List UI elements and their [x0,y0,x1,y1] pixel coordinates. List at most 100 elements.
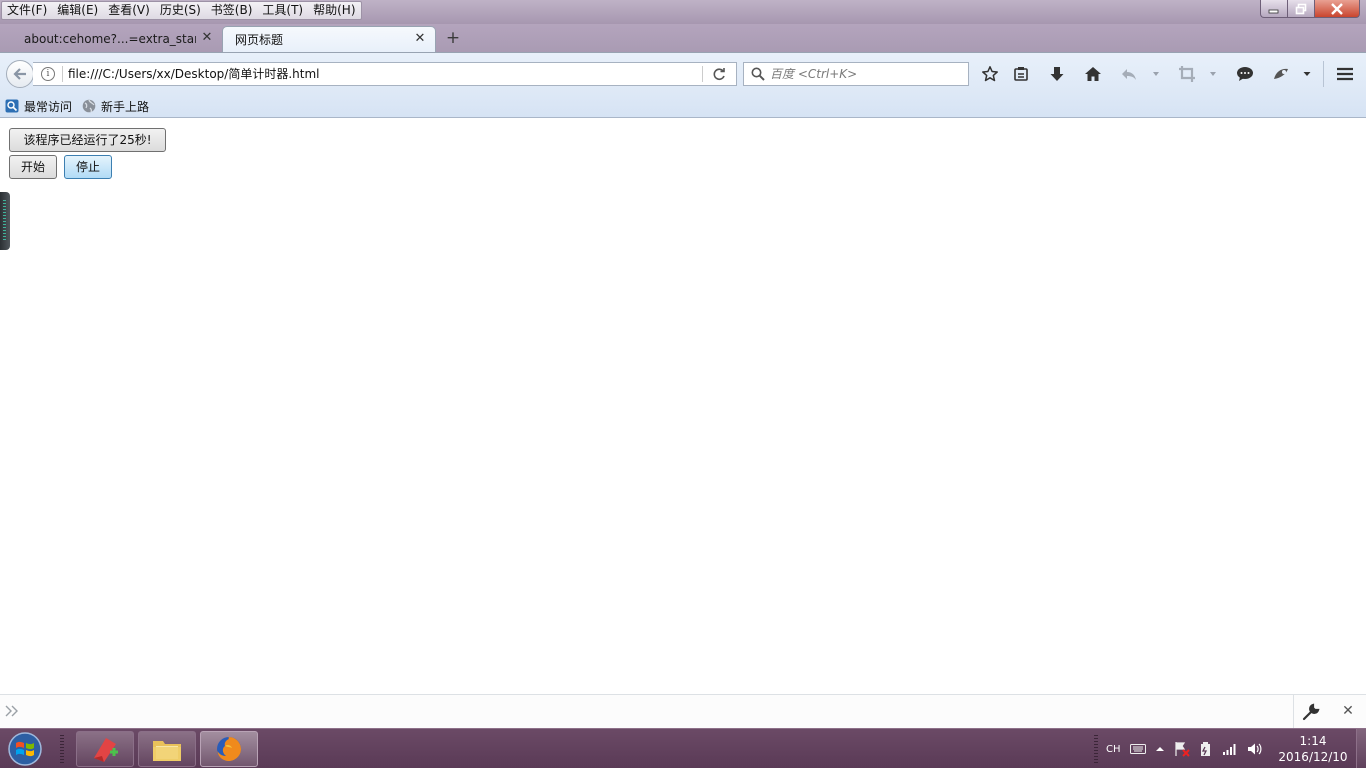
bookmark-most-visited[interactable]: 最常访问 [5,97,72,115]
taskbar-grip [60,735,64,763]
plus-icon: + [445,28,461,48]
power-icon[interactable] [1199,741,1213,757]
restore-button[interactable] [1287,0,1314,18]
chevron-down-icon[interactable] [1302,69,1312,79]
extension-icon [1274,68,1288,79]
back-button[interactable] [6,60,34,88]
tab-label: 网页标题 [235,33,284,47]
menu-tools[interactable]: 工具(T) [257,2,308,19]
firefox-icon [217,737,241,761]
url-separator [62,66,63,82]
elapsed-time-display[interactable]: 该程序已经运行了25秒! [9,128,166,152]
tab-label: about:cehome?...=extra_start [24,32,196,46]
menu-edit[interactable]: 编辑(E) [52,2,103,19]
taskbar-app-paint[interactable] [76,731,134,767]
info-icon[interactable]: i [41,67,55,81]
back-arrow-icon [13,68,26,80]
windows-logo-icon [8,732,42,766]
most-visited-icon [5,99,19,113]
tray-grip [1094,735,1098,763]
url-text[interactable]: file:///C:/Users/xx/Desktop/简单计时器.html [68,66,320,82]
action-center-flag-icon[interactable] [1174,741,1190,757]
bookmark-label: 新手上路 [101,99,150,114]
tab-strip: about:cehome?...=extra_start ✕ 网页标题 ✕ + [0,24,1366,52]
close-window-button[interactable] [1314,0,1360,18]
url-bar[interactable]: i file:///C:/Users/xx/Desktop/简单计时器.html [33,62,737,86]
bookmark-getting-started[interactable]: 新手上路 [82,97,149,115]
ime-indicator[interactable]: CH [1106,744,1121,755]
menu-help[interactable]: 帮助(H) [308,2,360,19]
double-chevron-right-icon [5,705,18,717]
speech-bubble-icon [1237,67,1253,81]
clock-date: 2016/12/10 [1278,750,1348,764]
stop-button[interactable]: 停止 [64,155,112,179]
screenshot-button[interactable] [1177,64,1197,84]
taskbar-app-explorer[interactable] [138,731,196,767]
menu-file[interactable]: 文件(F) [2,2,52,19]
clipboard-icon [1014,67,1028,81]
home-button[interactable] [1083,64,1103,84]
chat-button[interactable] [1235,64,1255,84]
search-bar[interactable] [743,62,969,86]
downloads-button[interactable] [1047,64,1067,84]
reload-separator [702,66,703,82]
tab-close-icon[interactable]: ✕ [413,32,427,46]
restore-icon [1295,3,1307,14]
star-icon [982,66,998,82]
clock-time: 1:14 [1299,734,1327,748]
show-desktop-button[interactable] [1356,729,1366,768]
start-button[interactable]: 开始 [9,155,57,179]
taskbar: CH 1:14 2016/12/10 [0,728,1366,768]
title-bar: 文件(F) 编辑(E) 查看(V) 历史(S) 书签(B) 工具(T) 帮助(H… [0,0,1366,24]
search-icon [751,67,765,81]
developer-toolbar: ✕ [0,694,1366,728]
tab-active-page[interactable]: 网页标题 ✕ [222,26,436,52]
navigation-bar: i file:///C:/Users/xx/Desktop/简单计时器.html [0,52,1366,94]
system-tray: CH [1106,729,1272,768]
wrench-icon[interactable] [1302,703,1320,721]
search-input[interactable] [770,65,960,83]
extension-button[interactable] [1271,64,1291,84]
network-signal-icon[interactable] [1222,742,1238,756]
reload-icon[interactable] [711,66,727,82]
close-icon [1331,2,1343,15]
menu-bookmarks[interactable]: 书签(B) [206,2,258,19]
download-arrow-icon [1050,67,1064,81]
bookmarks-toolbar: 最常访问 新手上路 [0,94,1366,118]
undo-arrow-icon [1122,69,1136,80]
minimize-button[interactable] [1260,0,1287,18]
bookmark-star-button[interactable] [980,64,1000,84]
menu-bar: 文件(F) 编辑(E) 查看(V) 历史(S) 书签(B) 工具(T) 帮助(H… [1,1,362,20]
chevron-down-icon[interactable] [1151,69,1161,79]
globe-icon [82,99,96,113]
tab-about-cehome[interactable]: about:cehome?...=extra_start ✕ [0,26,222,52]
start-button[interactable] [4,731,46,767]
page-content: 该程序已经运行了25秒! 开始 停止 [0,118,1366,694]
crop-icon [1179,66,1195,82]
new-tab-button[interactable]: + [444,30,462,48]
taskbar-app-firefox[interactable] [200,731,258,767]
bookmarks-menu-button[interactable] [1011,64,1031,84]
hamburger-menu-icon [1337,67,1353,81]
folder-icon [153,741,181,761]
system-clock[interactable]: 1:14 2016/12/10 [1276,733,1350,765]
menu-history[interactable]: 历史(S) [155,2,206,19]
open-menu-button[interactable] [1335,64,1355,84]
home-icon [1085,67,1101,81]
bookmark-label: 最常访问 [24,99,73,114]
devbar-close-icon[interactable]: ✕ [1340,703,1356,719]
paint-app-icon [94,738,118,762]
undo-button[interactable] [1119,64,1139,84]
volume-icon[interactable] [1247,742,1263,756]
chevron-down-icon[interactable] [1208,69,1218,79]
sidebar-drag-handle[interactable] [0,192,10,250]
show-hidden-icons-icon[interactable] [1155,744,1165,754]
keyboard-icon[interactable] [1129,743,1146,755]
tab-close-icon[interactable]: ✕ [200,31,214,45]
developer-command-input[interactable] [24,701,1284,723]
minimize-icon [1268,9,1279,13]
window-controls [1260,0,1360,18]
devbar-separator [1293,695,1294,728]
toolbar-separator [1323,61,1324,87]
menu-view[interactable]: 查看(V) [103,2,155,19]
